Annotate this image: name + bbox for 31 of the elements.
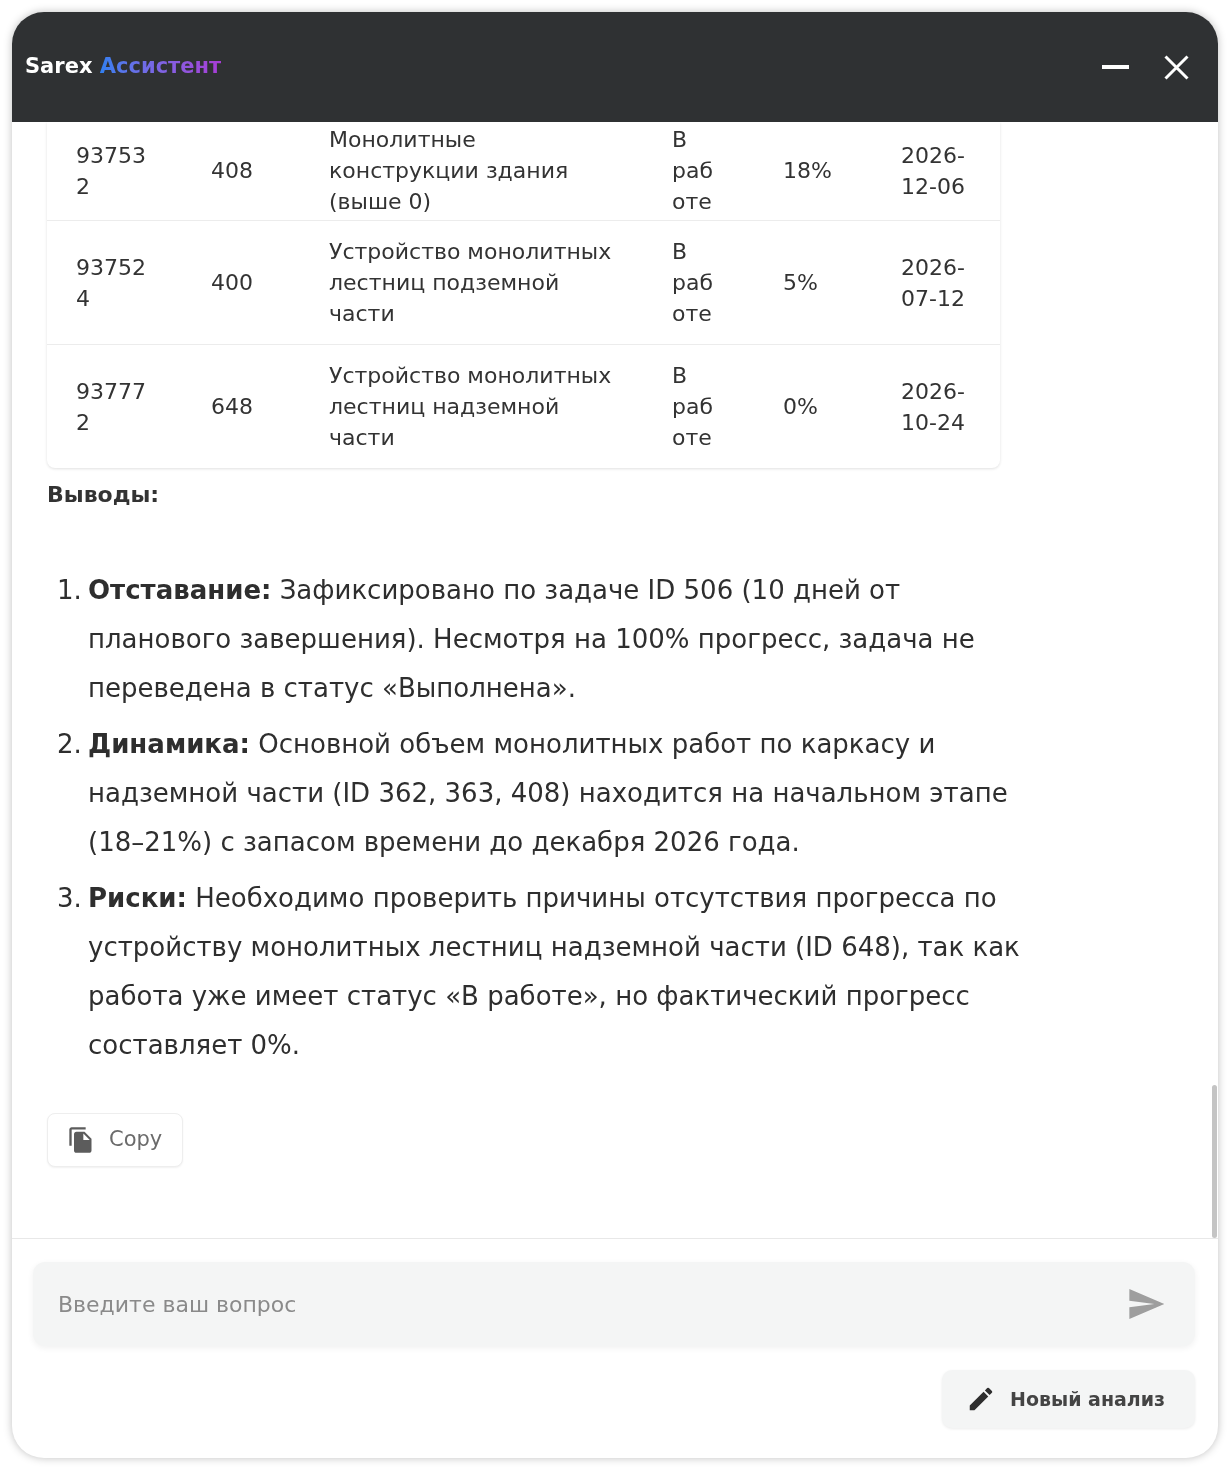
table-cell-text: Монолитные конструкции здания (выше 0): [329, 126, 570, 216]
table-cell-text: 2026-07-12: [901, 253, 966, 313]
table-cell-text: 2026-12-06: [901, 141, 966, 201]
scrollbar-thumb[interactable]: [1212, 1085, 1217, 1238]
table-cell-text: В работе: [672, 126, 714, 216]
list-number: 1.: [57, 574, 83, 607]
table-cell-text: 2026-10-24: [901, 377, 966, 437]
copy-icon: [67, 1126, 95, 1154]
table-cell-text: В работе: [672, 238, 714, 328]
table-cell-text: 648: [211, 393, 254, 421]
table-cell-text: 937532: [76, 141, 147, 201]
table-cell-text: Устройство монолитных лестниц подземной части: [329, 238, 613, 328]
conclusion-text: Динамика: Основной объем монолитных работ по каркасу и надземной части (ID 362, 363, 408) находится на начальном этапе (18–21%) с запасом времени до декабря 2026 года.: [88, 728, 1009, 859]
table-cell-text: 5%: [783, 269, 819, 297]
table-cell-text: Устройство монолитных лестниц надземной части: [329, 362, 613, 452]
conclusion-text: Риски: Необходимо проверить причины отсутствия прогресса по устройству монолитных лестниц надземной части (ID 648), так как работа уже имеет статус «В работе», но фактический прогресс составляет 0%.: [88, 882, 1021, 1062]
table-cell-text: 0%: [783, 393, 819, 421]
table-cell-text: 937524: [76, 253, 147, 313]
conclusion-text: Отставание: Зафиксировано по задаче ID 506 (10 дней от планового завершения). Несмотря на 100% прогресс, задача не переведена в статус «Выполнена».: [88, 574, 976, 705]
question-input[interactable]: Введите ваш вопрос: [33, 1262, 1195, 1346]
close-icon[interactable]: [1164, 54, 1189, 80]
table-cell-text: 18%: [783, 157, 833, 185]
table-cell-text: 937772: [76, 377, 147, 437]
conclusions-heading: Выводы:: [47, 482, 160, 508]
list-number: 2.: [57, 728, 83, 761]
table-cell-text: 400: [211, 269, 254, 297]
table-cell-text: В работе: [672, 362, 714, 452]
list-number: 3.: [57, 882, 83, 915]
new-analysis-button[interactable]: Новый анализ: [942, 1370, 1195, 1428]
copy-button[interactable]: Copy: [47, 1113, 183, 1167]
table-cell-text: 408: [211, 157, 254, 185]
